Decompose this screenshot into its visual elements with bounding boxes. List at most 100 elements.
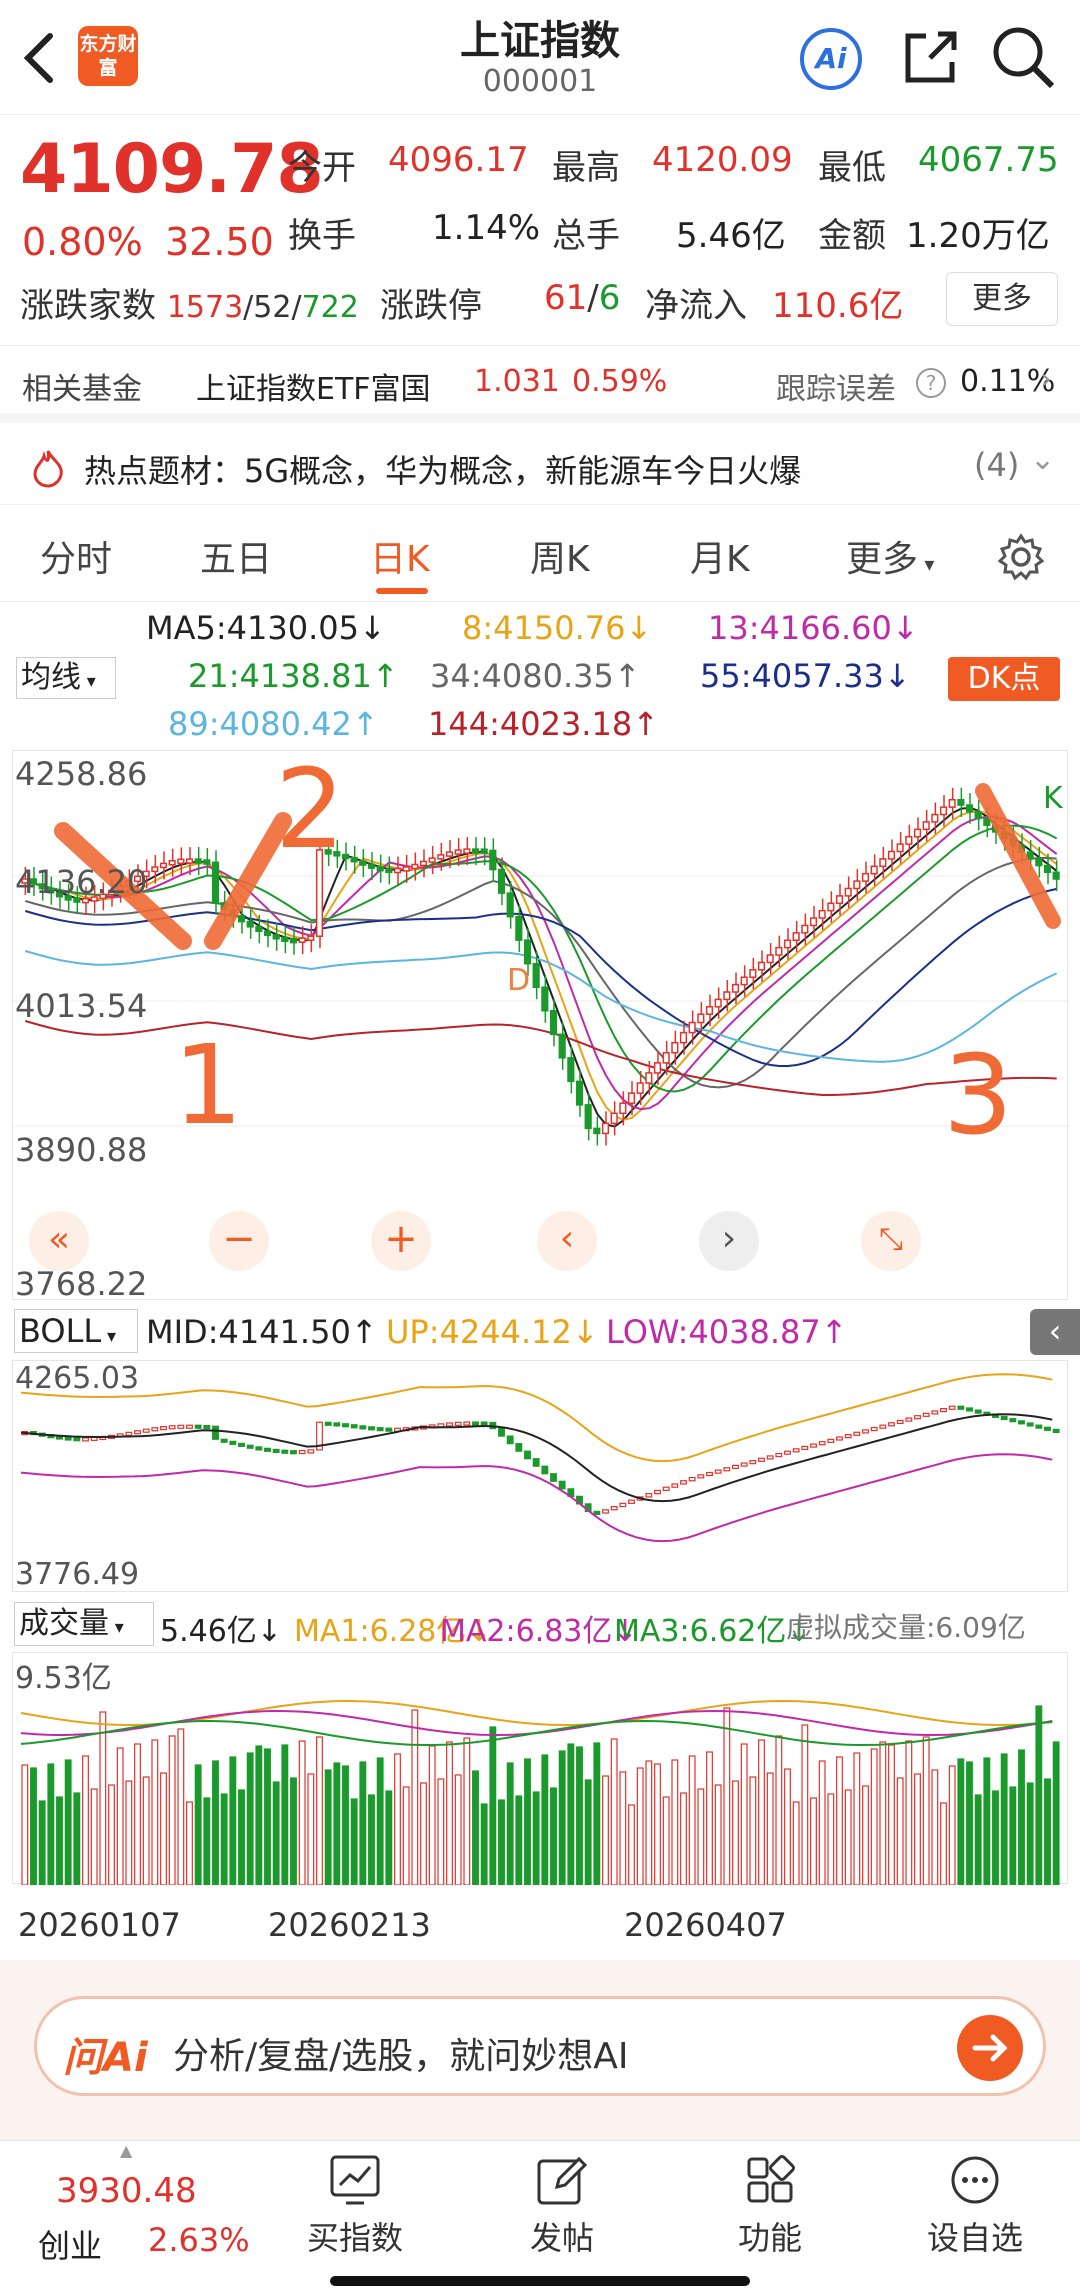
tracking-error-label: 跟踪误差 xyxy=(776,372,896,407)
fullscreen-icon[interactable]: ⤡ xyxy=(861,1211,921,1271)
period-tabs: 分时 五日 日K 周K 月K 更多 ▾ xyxy=(0,512,1080,602)
ai-ask-input[interactable]: 问Ai 分析/复盘/选股，就问妙想AI xyxy=(34,1996,1046,2096)
boll-candle xyxy=(376,1427,384,1432)
volume-bar xyxy=(194,1764,202,1886)
boll-candle xyxy=(480,1421,488,1426)
zoom-in-icon[interactable]: + xyxy=(371,1211,431,1271)
advance-count: 1573 xyxy=(166,290,244,325)
tab-weekly-k[interactable]: 周K xyxy=(530,530,590,582)
candle xyxy=(393,867,402,874)
volume-bar xyxy=(784,1768,791,1886)
boll-candle xyxy=(229,1440,237,1445)
volume-bar xyxy=(246,1752,254,1886)
volume-bar xyxy=(853,1752,861,1886)
volume-bar xyxy=(394,1753,401,1886)
dk-point-button[interactable]: DK点 xyxy=(948,657,1060,701)
candle xyxy=(567,1057,575,1083)
share-icon[interactable] xyxy=(900,26,962,88)
candle xyxy=(350,856,358,863)
candle xyxy=(905,835,913,845)
volume-bar xyxy=(359,1761,367,1886)
volume-bar xyxy=(697,1788,705,1886)
more-dots-icon xyxy=(951,2156,999,2204)
add-watchlist-button[interactable]: 设自选 xyxy=(895,2153,1055,2259)
chinext-name: 创业 xyxy=(38,2227,103,2265)
advance-decline: 涨跌家数 1573/52/722 xyxy=(20,286,359,326)
boll-candle xyxy=(177,1424,185,1429)
candle xyxy=(211,861,220,904)
candlestick-chart[interactable]: 4258.86 4136.20 4013.54 3890.88 3768.22 … xyxy=(12,745,1069,1303)
y-axis-label-4: 3890.88 xyxy=(15,1131,148,1169)
boll-candle xyxy=(238,1442,245,1447)
ma144-value: 144:4023.18↑ xyxy=(428,705,659,743)
volume-bar xyxy=(792,1801,800,1886)
tab-monthly-k[interactable]: 月K xyxy=(690,530,750,582)
volume-select[interactable]: 成交量 ▾ xyxy=(14,1602,154,1646)
boll-candle xyxy=(281,1449,289,1454)
candle xyxy=(757,961,766,971)
more-button[interactable]: 更多 xyxy=(946,272,1058,326)
candle xyxy=(480,848,488,854)
boll-candle xyxy=(957,1405,965,1410)
volume-bar xyxy=(818,1760,826,1886)
scroll-left-fast-icon[interactable]: « xyxy=(29,1211,89,1271)
volume-bar xyxy=(229,1756,237,1886)
volume-bar xyxy=(1052,1741,1060,1886)
boll-candle xyxy=(593,1510,601,1516)
boll-candle xyxy=(697,1474,705,1479)
indicator-select[interactable]: BOLL ▾ xyxy=(14,1309,138,1353)
volume-svg xyxy=(20,1699,1060,1886)
tab-five-day[interactable]: 五日 xyxy=(200,530,272,582)
candle xyxy=(879,858,887,868)
ma89-value: 89:4080.42↑ xyxy=(168,705,379,743)
buy-index-button[interactable]: 买指数 xyxy=(275,2153,435,2259)
boll-candle xyxy=(203,1424,211,1430)
volume-bar xyxy=(671,1759,679,1886)
tab-more[interactable]: 更多 ▾ xyxy=(846,530,934,582)
candle xyxy=(896,843,904,853)
tab-daily-k[interactable]: 日K xyxy=(370,530,430,582)
boll-candle xyxy=(298,1449,306,1455)
scroll-right-icon[interactable]: › xyxy=(699,1211,759,1271)
chinext-index-ticker[interactable]: ▲ 3930.48 创业 2.63% xyxy=(0,2141,260,2281)
volume-ma3: MA3:6.62亿↓ xyxy=(614,1614,812,1649)
volume-bar xyxy=(220,1793,228,1886)
netflow-label: 净流入 xyxy=(645,286,747,326)
candle xyxy=(671,1041,679,1054)
volume-bar xyxy=(99,1711,107,1886)
volume-bar xyxy=(515,1795,523,1886)
scroll-left-icon[interactable]: ‹ xyxy=(537,1211,597,1271)
ai-assistant-button[interactable]: Ai xyxy=(800,28,862,90)
candle xyxy=(844,887,852,897)
volume-bar xyxy=(56,1796,63,1886)
volume-bar xyxy=(706,1751,713,1886)
volume-bar xyxy=(810,1797,817,1886)
candle xyxy=(809,917,818,927)
post-button[interactable]: 发帖 xyxy=(482,2153,642,2259)
volume-bar xyxy=(576,1746,583,1886)
volume-select-label: 成交量 xyxy=(19,1606,109,1641)
functions-button[interactable]: 功能 xyxy=(690,2153,850,2259)
zoom-out-icon[interactable]: − xyxy=(209,1211,269,1271)
volume-bar xyxy=(116,1747,124,1886)
related-fund-row[interactable]: 相关基金 上证指数ETF富国 1.031 0.59% 跟踪误差 ? 0.11% … xyxy=(0,345,1080,423)
candle xyxy=(1052,871,1060,880)
search-icon[interactable] xyxy=(990,24,1056,90)
volume-chart[interactable]: 9.53亿 xyxy=(12,1652,1068,1886)
boll-candle xyxy=(160,1426,167,1431)
boll-candle xyxy=(385,1427,393,1432)
collapse-panel-icon[interactable]: ‹ xyxy=(1030,1309,1080,1355)
settings-gear-icon[interactable] xyxy=(996,532,1046,582)
volume-bar xyxy=(584,1779,592,1886)
boll-candle xyxy=(1026,1422,1034,1427)
help-icon[interactable]: ? xyxy=(914,366,948,400)
limit-values: 61/6 xyxy=(544,278,621,318)
open-value: 4096.17 xyxy=(388,140,529,180)
ma-select[interactable]: 均线 ▾ xyxy=(16,657,116,699)
boll-chart[interactable]: 4265.03 3776.49 xyxy=(12,1360,1068,1592)
candle xyxy=(203,859,211,865)
tab-intraday[interactable]: 分时 xyxy=(40,530,112,582)
ai-submit-arrow-icon[interactable] xyxy=(957,2015,1023,2081)
volume-bar xyxy=(446,1741,453,1886)
hot-topic-row[interactable]: 热点题材：5G概念，华为概念，新能源车今日火爆 (4) ⌄ xyxy=(0,430,1080,505)
